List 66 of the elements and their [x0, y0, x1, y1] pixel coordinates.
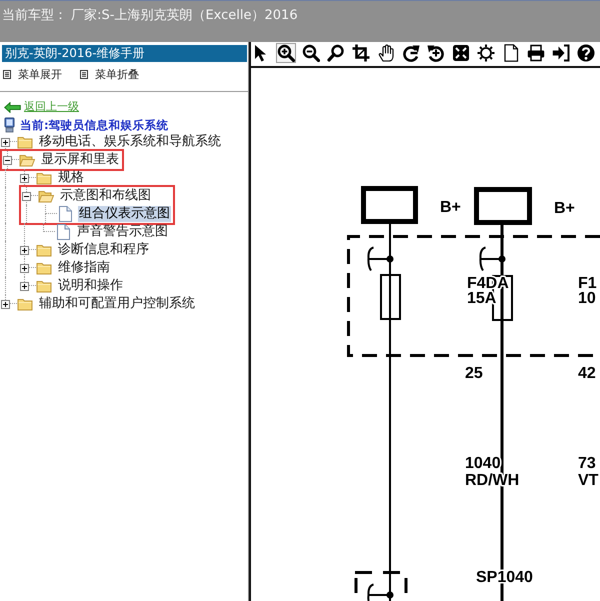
fuse-rating: 10 — [578, 290, 596, 307]
rotate-left-icon[interactable] — [426, 43, 446, 63]
zoom-out-icon[interactable] — [301, 43, 321, 63]
tree-item[interactable]: 辅助和可配置用户控制系统 — [38, 296, 196, 312]
circuit-number: 73 — [578, 455, 596, 472]
circuit-number: 1040 — [465, 455, 501, 472]
folder-icon — [36, 243, 52, 257]
junction-symbol — [367, 584, 394, 601]
menu-action[interactable]: 菜单折叠 — [80, 68, 139, 82]
terminal-number: 42 — [578, 365, 596, 382]
printer-icon[interactable] — [526, 43, 546, 63]
tree-toggle[interactable] — [3, 156, 12, 164]
folder-icon — [17, 297, 33, 311]
folder-icon — [36, 261, 52, 275]
vehicle-title: 当前车型： 厂家:S-上海别克英朗（Excelle）2016 — [2, 8, 298, 23]
crop-icon[interactable] — [351, 43, 371, 63]
back-arrow-icon — [4, 102, 21, 112]
tree-item[interactable]: 组合仪表示意图 — [78, 206, 171, 222]
tree-toggle[interactable] — [20, 264, 29, 272]
supply-label: B+ — [440, 199, 461, 216]
tree-item[interactable]: 维修指南 — [57, 260, 111, 276]
tree-item[interactable]: 显示屏和里表 — [40, 152, 120, 168]
tree-toggle[interactable] — [22, 192, 31, 200]
menu-action[interactable]: 菜单展开 — [3, 68, 62, 82]
folder-icon — [17, 135, 33, 149]
exit-icon[interactable] — [551, 43, 571, 63]
component-outline — [354, 571, 408, 594]
folder-icon — [36, 171, 52, 185]
help-icon[interactable] — [576, 43, 596, 63]
computer-icon — [4, 116, 15, 132]
tree-toggle[interactable] — [1, 300, 10, 308]
back-link[interactable]: 返回上一级 — [4, 100, 79, 114]
list-icon — [3, 70, 11, 79]
document-icon — [57, 224, 70, 240]
connector-block — [474, 187, 532, 225]
rotate-right-icon[interactable] — [401, 43, 421, 63]
fit-screen-icon[interactable] — [451, 43, 471, 63]
tree-item[interactable]: 声音警告示意图 — [76, 224, 169, 240]
junction-symbol — [479, 246, 506, 271]
sun-icon[interactable] — [476, 43, 496, 63]
tree-toggle[interactable] — [20, 174, 29, 182]
terminal-number: 25 — [465, 365, 483, 382]
tree-item[interactable]: 示意图和布线图 — [59, 188, 152, 204]
tree-item[interactable]: 说明和操作 — [57, 278, 124, 294]
list-icon — [80, 70, 88, 79]
tree-toggle[interactable] — [20, 282, 29, 290]
fuse-label: F1 — [578, 275, 597, 292]
tree-toggle[interactable] — [20, 246, 29, 254]
fuse-symbol — [380, 274, 401, 320]
junction-symbol — [367, 246, 394, 271]
wire-color-code: VT — [578, 472, 598, 489]
folder-icon — [36, 279, 52, 293]
document-icon — [59, 206, 72, 222]
tree-toggle[interactable] — [1, 138, 10, 146]
zoom-in-icon[interactable] — [276, 43, 296, 63]
tree-item[interactable]: 规格 — [57, 170, 85, 186]
tree-item[interactable]: 移动电话、娱乐系统和导航系统 — [38, 134, 222, 150]
supply-label: B+ — [554, 200, 575, 217]
search-icon[interactable] — [326, 43, 346, 63]
connector-block — [361, 186, 418, 224]
hand-icon[interactable] — [376, 43, 396, 63]
open-folder-icon — [19, 153, 35, 167]
tree-item[interactable]: 诊断信息和程序 — [57, 242, 150, 258]
current-location: 当前:驾驶员信息和娱乐系统 — [20, 118, 169, 132]
manual-title: 别克-英朗-2016-维修手册 — [2, 45, 247, 62]
open-folder-icon — [38, 189, 54, 203]
